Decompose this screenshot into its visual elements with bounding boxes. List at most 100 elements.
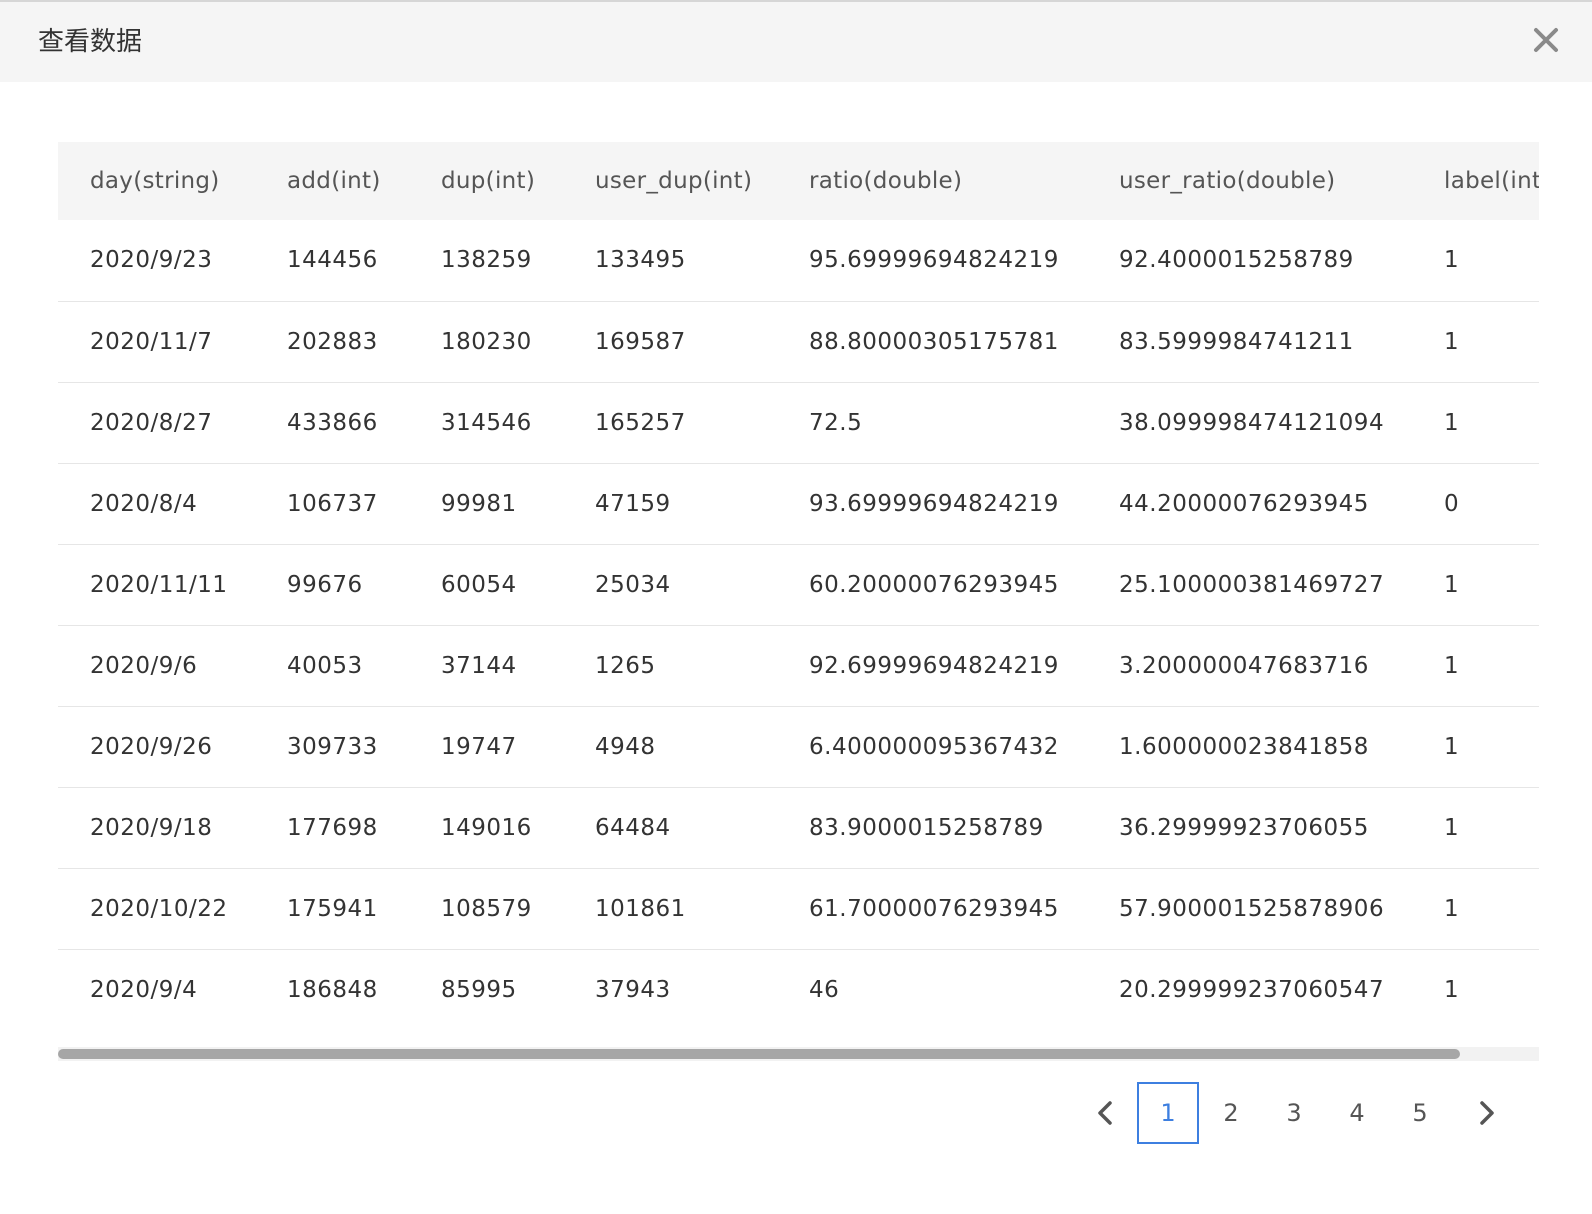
table-row: 2020/8/4 106737 99981 47159 93.699996948…: [58, 463, 1539, 544]
table-cell: 2020/10/22: [90, 895, 228, 922]
table-cell: 2020/11/11: [90, 571, 228, 598]
table-cell: 106737: [287, 490, 378, 517]
table-cell: 0: [1444, 490, 1460, 517]
page-button-5[interactable]: 5: [1389, 1082, 1451, 1144]
table-header-row: day(string) add(int) dup(int) user_dup(i…: [58, 142, 1539, 220]
table-cell: 165257: [595, 409, 686, 436]
chevron-left-icon: [1098, 1101, 1112, 1125]
column-header-day[interactable]: day(string): [58, 142, 255, 220]
table-cell: 61.70000076293945: [809, 895, 1059, 922]
column-header-label[interactable]: label(int): [1412, 142, 1539, 220]
table-cell: 1265: [595, 652, 656, 679]
table-cell: 309733: [287, 733, 378, 760]
table-cell: 44.20000076293945: [1119, 490, 1369, 517]
table-cell: 1.600000023841858: [1119, 733, 1369, 760]
table-cell: 72.5: [809, 409, 863, 436]
table-cell: 6.400000095367432: [809, 733, 1059, 760]
column-header-user-ratio[interactable]: user_ratio(double): [1087, 142, 1412, 220]
table-cell: 2020/9/4: [90, 976, 198, 1003]
table-cell: 47159: [595, 490, 671, 517]
page-button-3[interactable]: 3: [1263, 1082, 1325, 1144]
data-table: day(string) add(int) dup(int) user_dup(i…: [58, 142, 1539, 1030]
table-cell: 60.20000076293945: [809, 571, 1059, 598]
table-cell: 57.900001525878906: [1119, 895, 1385, 922]
scrollbar-thumb[interactable]: [58, 1049, 1460, 1059]
table-cell: 19747: [441, 733, 517, 760]
table-cell: 25.100000381469727: [1119, 571, 1385, 598]
table-cell: 101861: [595, 895, 686, 922]
table-cell: 46: [809, 976, 840, 1003]
table-cell: 2020/9/6: [90, 652, 198, 679]
table-cell: 186848: [287, 976, 378, 1003]
table-cell: 92.4000015258789: [1119, 247, 1354, 274]
table-cell: 1: [1444, 976, 1460, 1003]
table-cell: 64484: [595, 814, 671, 841]
table-cell: 88.80000305175781: [809, 328, 1059, 355]
table-cell: 37144: [441, 652, 517, 679]
table-cell: 314546: [441, 409, 532, 436]
table-cell: 1: [1444, 328, 1460, 355]
table-row: 2020/11/11 99676 60054 25034 60.20000076…: [58, 544, 1539, 625]
table-row: 2020/9/4 186848 85995 37943 46 20.299999…: [58, 949, 1539, 1030]
table-row: 2020/11/7 202883 180230 169587 88.800003…: [58, 301, 1539, 382]
table-cell: 2020/8/27: [90, 409, 213, 436]
table-row: 2020/9/18 177698 149016 64484 83.9000015…: [58, 787, 1539, 868]
chevron-right-icon: [1480, 1101, 1494, 1125]
column-header-ratio[interactable]: ratio(double): [777, 142, 1087, 220]
column-header-dup[interactable]: dup(int): [409, 142, 563, 220]
table-cell: 2020/8/4: [90, 490, 198, 517]
column-header-user-dup[interactable]: user_dup(int): [563, 142, 777, 220]
table-cell: 2020/9/18: [90, 814, 213, 841]
table-cell: 1: [1444, 895, 1460, 922]
table-cell: 1: [1444, 409, 1460, 436]
table-cell: 175941: [287, 895, 378, 922]
table-cell: 202883: [287, 328, 378, 355]
table-cell: 85995: [441, 976, 517, 1003]
table-cell: 138259: [441, 247, 532, 274]
table-row: 2020/9/23 144456 138259 133495 95.699996…: [58, 220, 1539, 301]
table-cell: 92.69999694824219: [809, 652, 1059, 679]
table-cell: 1: [1444, 247, 1460, 274]
table-row: 2020/10/22 175941 108579 101861 61.70000…: [58, 868, 1539, 949]
table-cell: 144456: [287, 247, 378, 274]
table-cell: 2020/9/26: [90, 733, 213, 760]
prev-page-button[interactable]: [1090, 1097, 1122, 1129]
table-cell: 38.099998474121094: [1119, 409, 1385, 436]
table-cell: 1: [1444, 652, 1460, 679]
table-cell: 20.299999237060547: [1119, 976, 1385, 1003]
table-cell: 83.9000015258789: [809, 814, 1044, 841]
table-row: 2020/8/27 433866 314546 165257 72.5 38.0…: [58, 382, 1539, 463]
next-page-button[interactable]: [1470, 1097, 1502, 1129]
column-header-add[interactable]: add(int): [255, 142, 409, 220]
table-cell: 25034: [595, 571, 671, 598]
table-cell: 1: [1444, 814, 1460, 841]
data-table-container: day(string) add(int) dup(int) user_dup(i…: [58, 142, 1539, 1042]
table-cell: 83.5999984741211: [1119, 328, 1354, 355]
table-cell: 37943: [595, 976, 671, 1003]
pagination: 1 2 3 4 5: [0, 1082, 1592, 1146]
table-cell: 2020/9/23: [90, 247, 213, 274]
table-cell: 149016: [441, 814, 532, 841]
horizontal-scrollbar[interactable]: [58, 1047, 1539, 1061]
table-cell: 3.200000047683716: [1119, 652, 1369, 679]
dialog-title: 查看数据: [38, 27, 143, 57]
table-cell: 95.69999694824219: [809, 247, 1059, 274]
table-cell: 99676: [287, 571, 363, 598]
page-button-1[interactable]: 1: [1137, 1082, 1199, 1144]
table-cell: 169587: [595, 328, 686, 355]
page-button-4[interactable]: 4: [1326, 1082, 1388, 1144]
table-cell: 2020/11/7: [90, 328, 213, 355]
close-icon: [1534, 28, 1558, 52]
dialog-header: 查看数据: [0, 2, 1592, 82]
table-cell: 99981: [441, 490, 517, 517]
table-row: 2020/9/26 309733 19747 4948 6.4000000953…: [58, 706, 1539, 787]
table-row: 2020/9/6 40053 37144 1265 92.69999694824…: [58, 625, 1539, 706]
page-button-2[interactable]: 2: [1200, 1082, 1262, 1144]
table-cell: 108579: [441, 895, 532, 922]
table-cell: 36.29999923706055: [1119, 814, 1369, 841]
table-cell: 177698: [287, 814, 378, 841]
table-cell: 133495: [595, 247, 686, 274]
close-button[interactable]: [1526, 20, 1566, 60]
table-cell: 433866: [287, 409, 378, 436]
table-cell: 1: [1444, 571, 1460, 598]
